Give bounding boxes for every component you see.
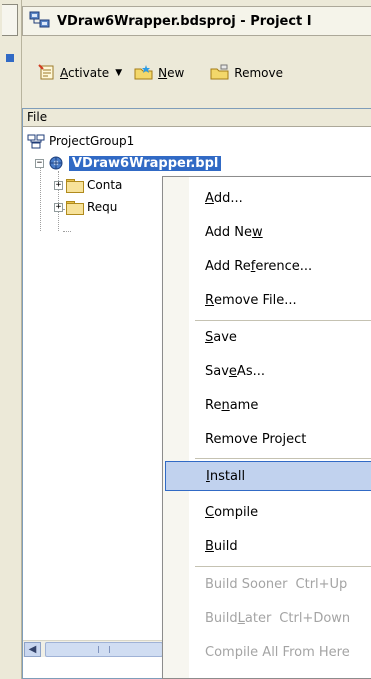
- expand-icon[interactable]: +: [54, 180, 63, 190]
- expand-icon[interactable]: +: [54, 202, 63, 212]
- column-header-file[interactable]: File: [23, 109, 371, 127]
- menu-separator: [195, 458, 371, 459]
- chevron-down-icon[interactable]: ▼: [115, 68, 122, 78]
- activate-label: Activate: [60, 66, 110, 80]
- context-menu: Add... Add Ne w Add Re f erence... Remove F…: [162, 176, 371, 679]
- menu-item-save-as[interactable]: Sav e As...: [165, 356, 371, 386]
- tree-item-vdraw6wrapper[interactable]: − VDraw6Wrapper.bpl: [35, 153, 222, 173]
- project-manager-titlebar: VDraw6Wrapper.bdsproj - Project I: [22, 6, 371, 36]
- menu-item-rename[interactable]: Re n ame: [165, 390, 371, 420]
- menu-separator: [195, 320, 371, 321]
- package-icon: [47, 155, 65, 171]
- toolbar: Activate ▼ New Remove: [22, 44, 371, 108]
- menu-item-build[interactable]: Build: [165, 531, 371, 561]
- menu-item-add-reference[interactable]: Add Re f erence...: [165, 251, 371, 281]
- menu-item-remove-project[interactable]: Remove Project: [165, 424, 371, 454]
- menu-separator: [195, 566, 371, 567]
- tree-item-label: Conta: [87, 178, 123, 192]
- new-icon: [134, 64, 154, 83]
- menu-item-add[interactable]: Add...: [165, 183, 371, 213]
- project-manager-icon: [29, 11, 51, 32]
- menu-item-build-later[interactable]: Build Later Ctrl+Down: [165, 603, 371, 633]
- tree-line: [63, 231, 71, 232]
- window-title: VDraw6Wrapper.bdsproj - Project I: [57, 13, 312, 29]
- remove-label: Remove: [234, 66, 283, 80]
- activate-icon: [38, 63, 56, 83]
- scrollbar-thumb[interactable]: [45, 642, 163, 657]
- menu-item-compile[interactable]: Compile: [165, 497, 371, 527]
- new-label: New: [158, 66, 185, 80]
- menu-item-compile-all-from-here[interactable]: Compile All From Here: [165, 637, 371, 667]
- activate-button[interactable]: Activate ▼: [34, 62, 126, 85]
- new-button[interactable]: New: [130, 62, 188, 85]
- remove-button[interactable]: Remove: [206, 62, 287, 85]
- folder-icon: [66, 200, 84, 215]
- project-group-icon: [27, 134, 45, 149]
- left-tab[interactable]: [2, 4, 18, 36]
- tree-item-label: ProjectGroup1: [49, 134, 135, 148]
- horizontal-scrollbar[interactable]: ◀: [23, 640, 183, 657]
- tree-item-requires[interactable]: + Requ: [54, 197, 117, 217]
- menu-item-build-sooner[interactable]: Build Sooner Ctrl+Up: [165, 569, 371, 599]
- menu-item-add-new[interactable]: Add Ne w: [165, 217, 371, 247]
- left-panel-edge: [0, 0, 22, 679]
- tree-item-projectgroup[interactable]: ProjectGroup1: [27, 131, 134, 151]
- collapse-icon[interactable]: −: [35, 158, 44, 168]
- menu-item-install[interactable]: Install: [165, 461, 371, 491]
- remove-icon: [210, 64, 230, 83]
- menu-item-save[interactable]: Save: [165, 322, 371, 352]
- left-marker: [6, 54, 14, 62]
- folder-icon: [66, 178, 84, 193]
- menu-item-remove-file[interactable]: Remove File...: [165, 285, 371, 315]
- tree-item-contains[interactable]: + Conta: [54, 175, 122, 195]
- tree-item-label: Requ: [87, 200, 118, 214]
- scroll-left-icon[interactable]: ◀: [24, 642, 41, 657]
- tree-item-label-selected: VDraw6Wrapper.bpl: [69, 155, 222, 171]
